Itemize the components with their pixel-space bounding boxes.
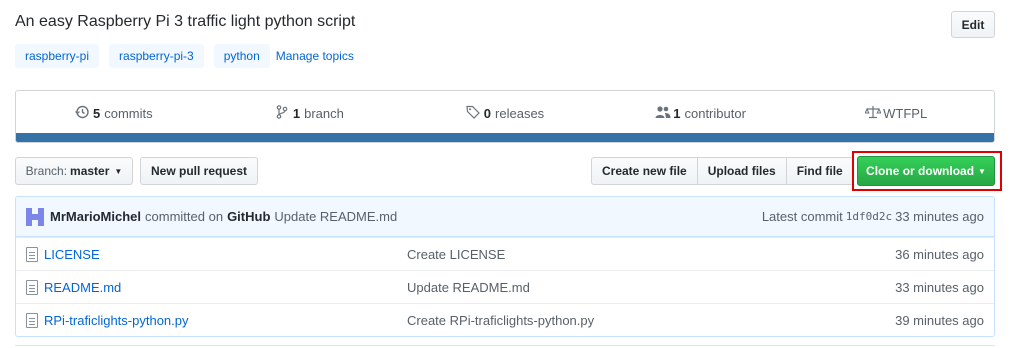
file-age: 39 minutes ago [895, 312, 984, 328]
history-icon [75, 105, 89, 122]
contributors-link[interactable]: 1 contributor [603, 105, 799, 122]
file-table: MrMarioMichel committed on GitHub Update… [15, 196, 995, 337]
file-icon [26, 312, 38, 328]
latest-commit-label: Latest commit [761, 209, 843, 224]
new-pull-request-button[interactable]: New pull request [140, 157, 258, 185]
topic-tag[interactable]: python [213, 44, 270, 68]
branches-label: branch [304, 105, 344, 121]
git-branch-icon [275, 104, 289, 122]
commits-count: 5 [92, 105, 101, 121]
commit-author-link[interactable]: MrMarioMichel [50, 209, 141, 224]
commits-link[interactable]: 5 commits [16, 105, 212, 122]
file-name-link[interactable]: RPi-traficlights-python.py [44, 313, 407, 328]
file-commit-message-link[interactable]: Update README.md [407, 280, 874, 295]
clone-label: Clone or download [866, 164, 975, 178]
license-link[interactable]: WTFPL [798, 105, 994, 122]
branches-count: 1 [292, 105, 301, 121]
latest-commit-bar: MrMarioMichel committed on GitHub Update… [16, 197, 994, 237]
language-bar[interactable] [16, 133, 994, 142]
commit-action-text: committed on [145, 209, 224, 224]
commit-sha-link[interactable]: 1df0d2c [846, 210, 892, 223]
avatar[interactable] [26, 207, 44, 226]
topics-list: raspberry-pi raspberry-pi-3 python Manag… [15, 44, 354, 68]
clone-or-download-button[interactable]: Clone or download ▼ [857, 156, 995, 186]
topic-tag[interactable]: raspberry-pi [15, 44, 100, 68]
tag-icon [466, 105, 480, 122]
latest-commit-info: Latest commit 1df0d2c 33 minutes ago [762, 209, 984, 224]
branch-name: master [70, 164, 110, 178]
file-navigation: Create new file Upload files Find file [591, 157, 854, 185]
topic-tag[interactable]: raspberry-pi-3 [109, 44, 204, 68]
file-age: 33 minutes ago [895, 279, 984, 295]
caret-down-icon: ▼ [978, 166, 986, 176]
edit-description-button[interactable]: Edit [951, 11, 995, 38]
commit-message-link[interactable]: Update README.md [274, 209, 397, 224]
file-commit-message-link[interactable]: Create RPi-traficlights-python.py [407, 313, 874, 328]
repo-description: An easy Raspberry Pi 3 traffic light pyt… [15, 13, 356, 30]
license-label: WTFPL [883, 105, 928, 121]
branch-select-button[interactable]: Branch: master ▼ [15, 157, 133, 185]
file-icon [26, 246, 38, 262]
find-file-button[interactable]: Find file [785, 157, 854, 185]
file-commit-message-link[interactable]: Create LICENSE [407, 247, 874, 262]
file-age: 36 minutes ago [895, 246, 984, 262]
releases-count: 0 [483, 105, 492, 121]
caret-down-icon: ▼ [114, 166, 123, 176]
file-icon [26, 279, 38, 295]
commit-age: 33 minutes ago [895, 209, 984, 224]
contributors-label: contributor [684, 105, 746, 121]
file-row: LICENSE Create LICENSE 36 minutes ago [16, 237, 994, 270]
upload-files-button[interactable]: Upload files [696, 157, 787, 185]
branch-prefix: Branch: [25, 164, 68, 178]
create-new-file-button[interactable]: Create new file [591, 157, 698, 185]
law-icon [864, 105, 882, 122]
branches-link[interactable]: 1 branch [212, 104, 408, 122]
commit-org-link[interactable]: GitHub [227, 209, 270, 224]
manage-topics-link[interactable]: Manage topics [276, 49, 354, 63]
contributors-count: 1 [673, 105, 681, 121]
people-icon [655, 105, 671, 122]
divider [15, 345, 995, 346]
file-row: README.md Update README.md 33 minutes ag… [16, 270, 994, 303]
releases-link[interactable]: 0 releases [407, 105, 603, 122]
commits-label: commits [104, 105, 153, 121]
repo-summary: 5 commits 1 branch 0 releases 1 contribu… [15, 90, 995, 143]
file-name-link[interactable]: LICENSE [44, 247, 407, 262]
releases-label: releases [495, 105, 545, 121]
file-name-link[interactable]: README.md [44, 280, 407, 295]
file-row: RPi-traficlights-python.py Create RPi-tr… [16, 303, 994, 336]
